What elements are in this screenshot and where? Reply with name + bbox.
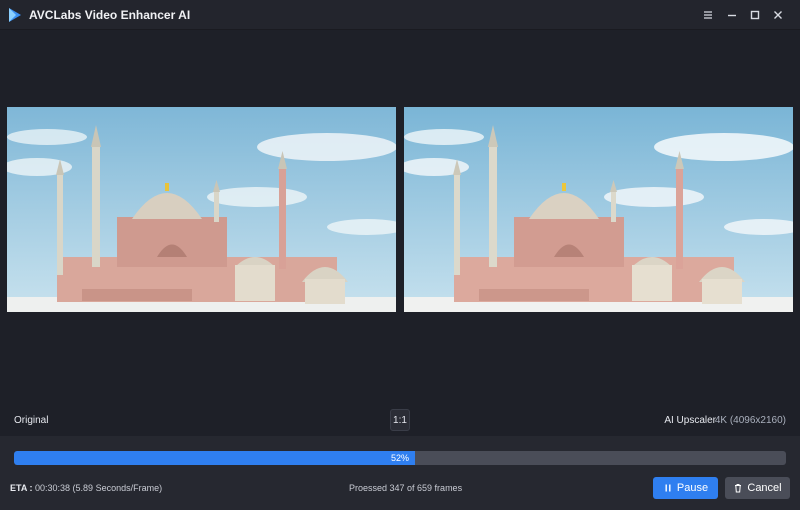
- original-preview: [7, 107, 396, 312]
- cancel-label: Cancel: [747, 482, 782, 494]
- enhanced-frame-image: [404, 107, 793, 312]
- maximize-icon[interactable]: [745, 5, 765, 25]
- menu-icon[interactable]: [698, 5, 718, 25]
- pause-label: Pause: [676, 482, 709, 494]
- model-label: AI Upscaler: [664, 415, 716, 426]
- close-icon[interactable]: [768, 5, 788, 25]
- trash-icon: [735, 484, 742, 493]
- eta-label: ETA :: [10, 483, 33, 493]
- ratio-button[interactable]: 1:1: [390, 409, 410, 431]
- cancel-button[interactable]: Cancel: [725, 477, 790, 499]
- eta-value: 00:30:38 (5.89 Seconds/Frame): [35, 483, 163, 493]
- resolution-label: 4K (4096x2160): [714, 415, 786, 426]
- enhanced-preview: [404, 107, 793, 312]
- pause-icon: [665, 484, 671, 492]
- app-title: AVCLabs Video Enhancer AI: [29, 8, 191, 22]
- eta-text: ETA : 00:30:38 (5.89 Seconds/Frame): [10, 483, 162, 493]
- original-frame-image: [7, 107, 396, 312]
- original-label: Original: [14, 415, 49, 426]
- progress-bar: 52%: [14, 451, 786, 465]
- minimize-icon[interactable]: [722, 5, 742, 25]
- app-logo-icon: [9, 8, 21, 22]
- title-bar: AVCLabs Video Enhancer AI: [0, 0, 800, 30]
- processed-frames: Proessed 347 of 659 frames: [349, 483, 463, 493]
- pause-button[interactable]: Pause: [653, 477, 718, 499]
- preview-labels: Original 1:1 AI Upscaler 4K (4096x2160): [0, 406, 800, 436]
- progress-percent: 52%: [390, 453, 409, 463]
- footer: 52% ETA : 00:30:38 (5.89 Seconds/Frame) …: [0, 436, 800, 510]
